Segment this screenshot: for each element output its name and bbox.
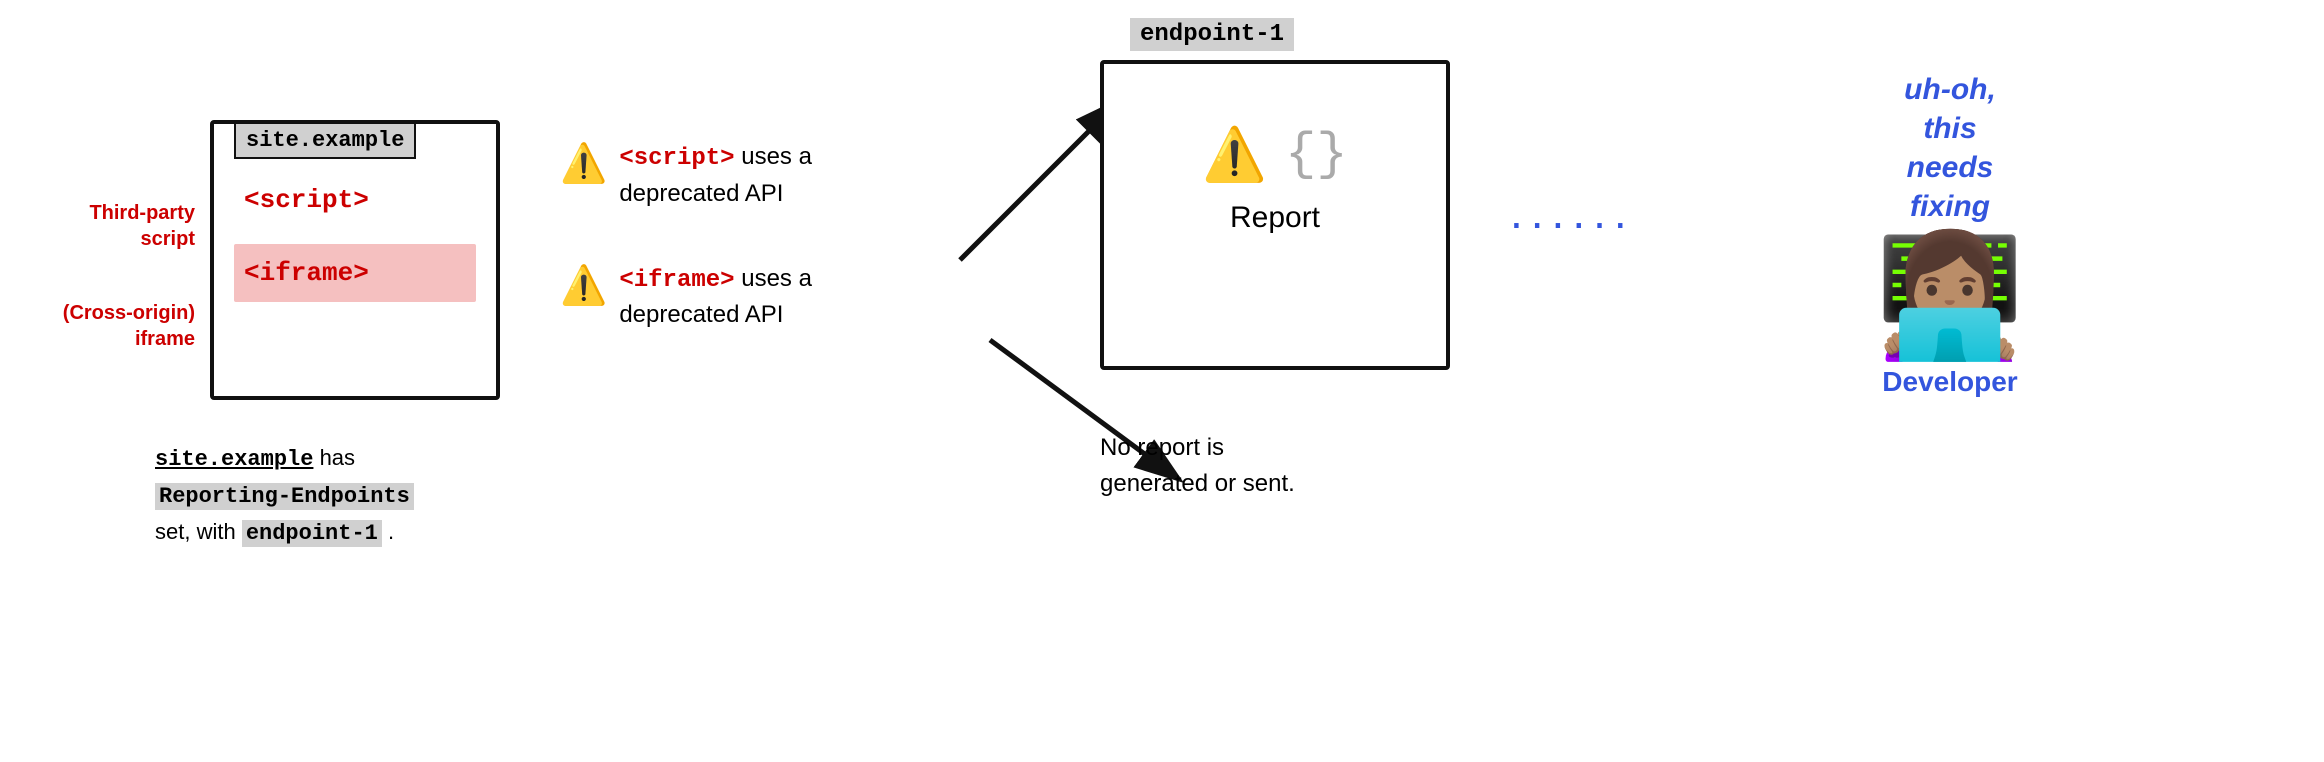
developer-label: Developer (1882, 366, 2017, 398)
notice-area: ⚠️ <script> uses adeprecated API ⚠️ <ifr… (560, 140, 1000, 383)
endpoint-inner: ⚠️ {} Report (1154, 124, 1396, 235)
endpoint-label: endpoint-1 (1130, 18, 1294, 51)
iframe-tag-label: <iframe> (619, 267, 734, 294)
reporting-endpoints-label: Reporting-Endpoints (155, 483, 414, 510)
bottom-text-period: . (388, 519, 394, 544)
site-box-title: site.example (234, 122, 416, 159)
site-example-underline: site.example (155, 447, 313, 472)
developer-area: uh-oh,thisneedsfixing 👩🏽‍💻 Developer (1800, 70, 2100, 398)
endpoint-box: ⚠️ {} Report (1100, 60, 1450, 370)
endpoint-1-inline: endpoint-1 (242, 520, 382, 547)
no-report-text: No report isgenerated or sent. (1100, 430, 1295, 502)
developer-speech: uh-oh,thisneedsfixing (1904, 70, 1996, 226)
bottom-description: site.example has Reporting-Endpoints set… (155, 440, 414, 552)
developer-avatar: 👩🏽‍💻 (1875, 236, 2024, 356)
warning-icon-script: ⚠️ (560, 142, 607, 186)
notice-script-text: <script> uses adeprecated API (619, 140, 812, 212)
warning-icon-iframe: ⚠️ (560, 264, 607, 308)
bottom-text-set-with: set, with (155, 519, 236, 544)
endpoint-report-label: Report (1230, 201, 1320, 235)
label-cross-origin-iframe: (Cross-origin)iframe (30, 300, 195, 352)
notice-script: ⚠️ <script> uses adeprecated API (560, 140, 1000, 212)
script-tag-label: <script> (619, 145, 734, 172)
site-box: site.example <script> <iframe> (210, 120, 500, 400)
bottom-text-has: has (320, 445, 355, 470)
label-third-party-script: Third-partyscript (40, 200, 195, 252)
endpoint-warning-icon: ⚠️ (1202, 124, 1267, 185)
endpoint-braces-icon: {} (1285, 125, 1347, 184)
diagram: Third-partyscript (Cross-origin)iframe s… (0, 0, 2324, 762)
endpoint-icons: ⚠️ {} (1202, 124, 1347, 185)
notice-iframe: ⚠️ <iframe> uses adeprecated API (560, 262, 1000, 334)
connection-dots: ...... (1510, 185, 1635, 239)
notice-iframe-text: <iframe> uses adeprecated API (619, 262, 812, 334)
site-iframe-tag: <iframe> (234, 244, 476, 302)
site-script-tag: <script> (234, 179, 476, 221)
